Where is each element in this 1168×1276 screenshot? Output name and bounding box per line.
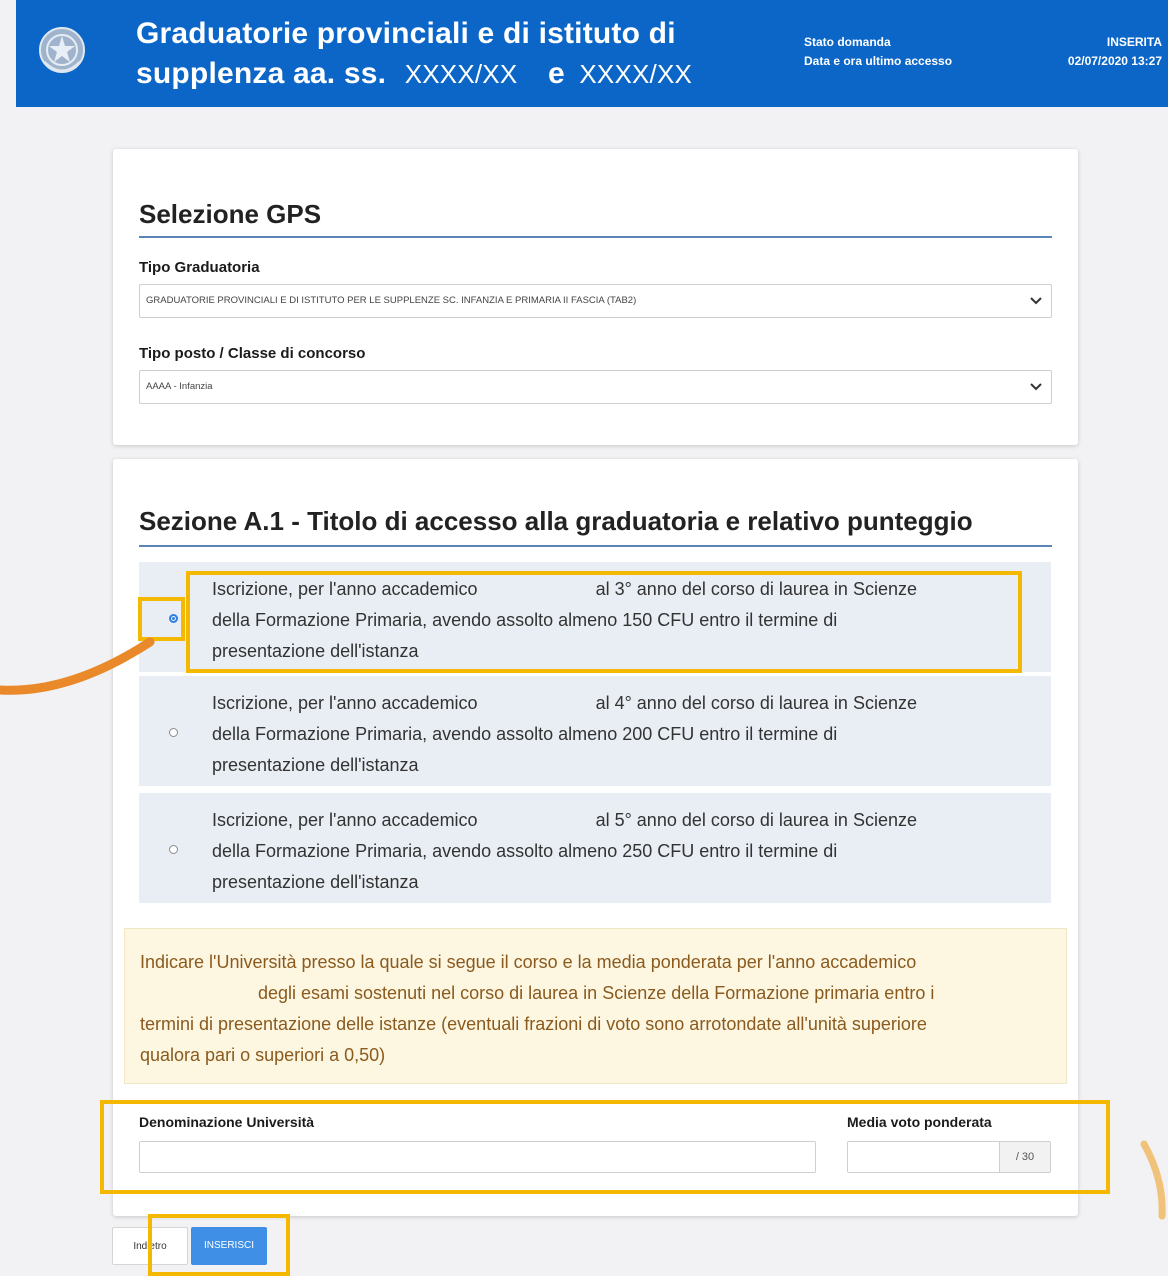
classe-concorso-label: Tipo posto / Classe di concorso xyxy=(139,345,366,362)
university-input[interactable] xyxy=(139,1141,816,1173)
annotation-arrow-icon xyxy=(1140,1140,1166,1220)
access-title-option-1[interactable]: Iscrizione, per l'anno accademico al 3° a… xyxy=(139,562,1051,672)
insert-button[interactable]: INSERISCI xyxy=(191,1227,267,1265)
classe-concorso-select[interactable]: AAAA - Infanzia xyxy=(139,370,1052,404)
option-2-line1a: Iscrizione, per l'anno accademico xyxy=(212,693,478,713)
selection-title: Selezione GPS xyxy=(139,199,322,229)
option-2-line3: presentazione dell'istanza xyxy=(212,755,419,775)
status-label: Stato domanda xyxy=(804,35,891,49)
option-3-text: Iscrizione, per l'anno accademico al 5° a… xyxy=(212,805,1012,898)
radio-option-3rd-year[interactable] xyxy=(169,614,178,623)
option-3-line3: presentazione dell'istanza xyxy=(212,872,419,892)
access-title-option-3[interactable]: Iscrizione, per l'anno accademico al 5° a… xyxy=(139,793,1051,903)
header-meta-labels: Stato domanda Data e ora ultimo accesso xyxy=(804,33,952,71)
tipo-graduatoria-select[interactable]: GRADUATORIE PROVINCIALI E DI ISTITUTO PE… xyxy=(139,284,1052,318)
option-2-line2: della Formazione Primaria, avendo assolt… xyxy=(212,724,838,744)
tipo-graduatoria-value: GRADUATORIE PROVINCIALI E DI ISTITUTO PE… xyxy=(146,295,637,306)
tipo-graduatoria-label: Tipo Graduatoria xyxy=(139,259,260,276)
title-line-1: Graduatorie provinciali e di istituto di xyxy=(136,17,676,50)
access-title-option-2[interactable]: Iscrizione, per l'anno accademico al 4° a… xyxy=(139,676,1051,786)
title-join: e xyxy=(547,57,565,90)
option-3-line2: della Formazione Primaria, avendo assolt… xyxy=(212,841,838,861)
app-header: Graduatorie provinciali e di istituto di… xyxy=(16,0,1168,107)
last-access-value: 02/07/2020 13:27 xyxy=(1067,54,1162,68)
section-a1-title: Sezione A.1 - Titolo di accesso alla gra… xyxy=(139,506,973,536)
last-access-label: Data e ora ultimo accesso xyxy=(804,54,953,68)
university-label: Denominazione Università xyxy=(139,1114,315,1130)
title-prefix: supplenza aa. ss. xyxy=(136,57,387,90)
page-title: Graduatorie provinciali e di istituto di… xyxy=(136,14,692,94)
option-2-text: Iscrizione, per l'anno accademico al 4° a… xyxy=(212,688,1012,781)
option-2-line1b: al 4° anno del corso di laurea in Scienz… xyxy=(595,693,917,713)
option-1-line2: della Formazione Primaria, avendo assolt… xyxy=(212,610,838,630)
option-1-line3: presentazione dell'istanza xyxy=(212,641,419,661)
gps-selection-card: Selezione GPS Tipo Graduatoria GRADUATOR… xyxy=(113,149,1078,445)
option-3-line1b: al 5° anno del corso di laurea in Scienz… xyxy=(595,810,917,830)
option-3-line1a: Iscrizione, per l'anno accademico xyxy=(212,810,478,830)
option-1-line1b: al 3° anno del corso di laurea in Scienz… xyxy=(595,579,917,599)
max-score-addon: / 30 xyxy=(999,1142,1050,1172)
info-note: Indicare l'Università presso la quale si… xyxy=(124,928,1067,1084)
header-meta-values: INSERITA 02/07/2020 13:27 xyxy=(1068,33,1162,71)
option-1-line1a: Iscrizione, per l'anno accademico xyxy=(212,579,478,599)
note-line-2: degli esami sostenuti nel corso di laure… xyxy=(140,978,1040,1009)
note-line-2-text: degli esami sostenuti nel corso di laure… xyxy=(258,983,935,1003)
option-1-text: Iscrizione, per l'anno accademico al 3° a… xyxy=(212,574,1012,667)
classe-concorso-value: AAAA - Infanzia xyxy=(146,381,213,392)
chevron-down-icon xyxy=(1030,383,1042,391)
year-code-2: XXXX/XX xyxy=(579,59,693,89)
media-voto-input[interactable]: / 30 xyxy=(847,1141,1051,1173)
note-line-4: qualora pari o superiori a 0,50) xyxy=(140,1045,386,1065)
note-line-3: termini di presentazione delle istanze (… xyxy=(140,1014,927,1034)
radio-option-4th-year[interactable] xyxy=(169,728,178,737)
italian-republic-emblem-icon xyxy=(39,27,85,73)
back-button[interactable]: Indietro xyxy=(112,1227,188,1265)
title-line-2: supplenza aa. ss. XXXX/XX e XXXX/XX xyxy=(136,54,692,94)
note-line-1: Indicare l'Università presso la quale si… xyxy=(140,952,917,972)
section-a1-divider xyxy=(139,545,1052,547)
year-code-1: XXXX/XX xyxy=(404,59,518,89)
section-a1-card: Sezione A.1 - Titolo di accesso alla gra… xyxy=(113,459,1078,1216)
info-note-text: Indicare l'Università presso la quale si… xyxy=(140,947,1040,1071)
status-badge: INSERITA xyxy=(1106,35,1162,49)
chevron-down-icon xyxy=(1030,297,1042,305)
selection-divider xyxy=(139,236,1052,238)
radio-option-5th-year[interactable] xyxy=(169,845,178,854)
media-label: Media voto ponderata xyxy=(847,1114,992,1130)
